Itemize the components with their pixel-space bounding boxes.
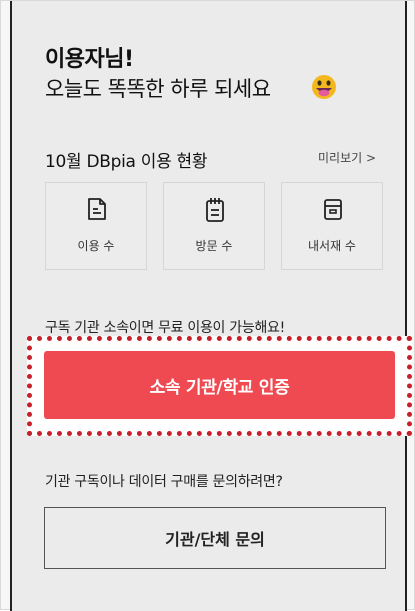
widget-frame: 이용자님! 오늘도 똑똑한 하루 되세요 10월 DBpia 이용 현황 미리보…: [0, 0, 415, 611]
subscription-notice: 구독 기관 소속이면 무료 이용이 가능해요!: [45, 320, 285, 336]
notepad-icon: [206, 198, 224, 222]
stat-label-visits: 방문 수: [195, 239, 233, 253]
stat-label-library: 내서재 수: [308, 239, 356, 253]
institution-inquiry-button[interactable]: 기관/단체 문의: [44, 507, 386, 569]
verify-institution-button[interactable]: 소속 기관/학교 인증: [44, 351, 395, 419]
preview-link[interactable]: 미리보기 >: [318, 149, 376, 166]
archive-box-icon: [324, 199, 342, 220]
smiley-tongue-icon: [312, 75, 336, 99]
stat-card-usage[interactable]: 이용 수: [45, 182, 147, 270]
stat-label-usage: 이용 수: [77, 239, 115, 253]
stat-card-library[interactable]: 내서재 수: [281, 182, 383, 270]
stat-card-visits[interactable]: 방문 수: [163, 182, 265, 270]
greeting-message: 오늘도 똑똑한 하루 되세요: [45, 77, 271, 101]
greeting-name: 이용자님!: [45, 47, 134, 72]
contact-question: 기관 구독이나 데이터 구매를 문의하려면?: [45, 474, 283, 490]
document-icon: [88, 198, 106, 220]
usage-title: 10월 DBpia 이용 현황: [45, 152, 208, 172]
